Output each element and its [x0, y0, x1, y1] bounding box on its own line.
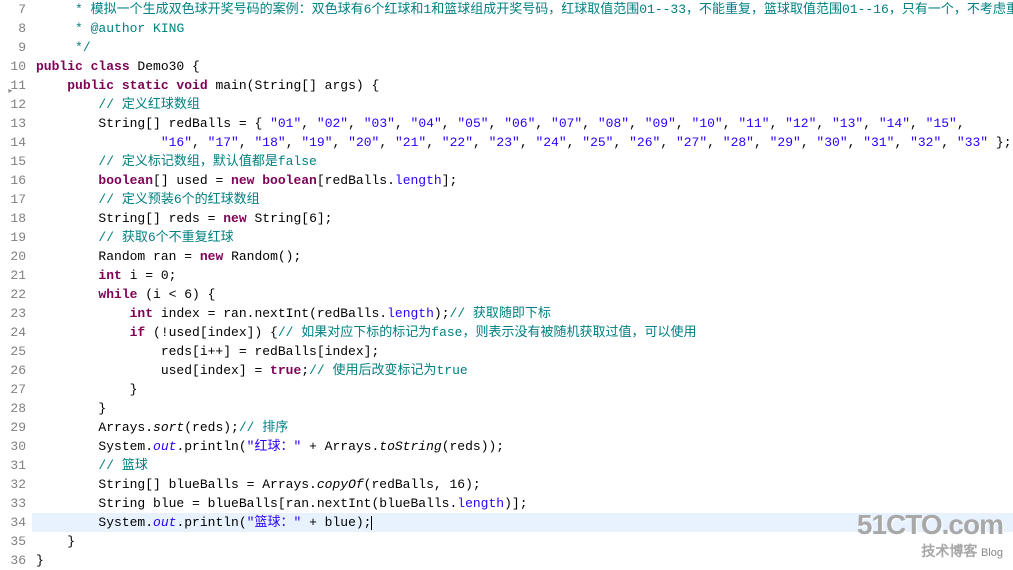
code-editor[interactable]: 7891011▸12131415161718192021222324252627… — [0, 0, 1013, 569]
code-line[interactable]: boolean[] used = new boolean[redBalls.le… — [32, 171, 1013, 190]
line-number: 18 — [0, 209, 26, 228]
line-number: 36 — [0, 551, 26, 570]
line-number: 20 — [0, 247, 26, 266]
line-gutter: 7891011▸12131415161718192021222324252627… — [0, 0, 32, 569]
line-number: 21 — [0, 266, 26, 285]
code-line[interactable]: public class Demo30 { — [32, 57, 1013, 76]
line-number: 14 — [0, 133, 26, 152]
code-line[interactable]: reds[i++] = redBalls[index]; — [32, 342, 1013, 361]
code-line[interactable]: * 模拟一个生成双色球开奖号码的案例：双色球有6个红球和1和篮球组成开奖号码，红… — [32, 0, 1013, 19]
code-line[interactable]: while (i < 6) { — [32, 285, 1013, 304]
code-area[interactable]: * 模拟一个生成双色球开奖号码的案例：双色球有6个红球和1和篮球组成开奖号码，红… — [32, 0, 1013, 569]
line-number: 35 — [0, 532, 26, 551]
code-line[interactable]: // 定义标记数组，默认值都是false — [32, 152, 1013, 171]
code-line[interactable]: public static void main(String[] args) { — [32, 76, 1013, 95]
code-line[interactable]: Arrays.sort(reds);// 排序 — [32, 418, 1013, 437]
code-line[interactable]: int i = 0; — [32, 266, 1013, 285]
line-number: 15 — [0, 152, 26, 171]
line-number: 19 — [0, 228, 26, 247]
line-number: 32 — [0, 475, 26, 494]
line-number: 9 — [0, 38, 26, 57]
code-line[interactable]: System.out.println("篮球：" + blue); — [32, 513, 1013, 532]
code-line[interactable]: * @author KING — [32, 19, 1013, 38]
code-line[interactable]: used[index] = true;// 使用后改变标记为true — [32, 361, 1013, 380]
code-line[interactable]: } — [32, 380, 1013, 399]
line-number: 25 — [0, 342, 26, 361]
code-line[interactable]: Random ran = new Random(); — [32, 247, 1013, 266]
code-line[interactable]: System.out.println("红球：" + Arrays.toStri… — [32, 437, 1013, 456]
code-line[interactable]: "16", "17", "18", "19", "20", "21", "22"… — [32, 133, 1013, 152]
line-number: 13 — [0, 114, 26, 133]
line-number: 29 — [0, 418, 26, 437]
line-number: 34 — [0, 513, 26, 532]
code-line[interactable]: String blue = blueBalls[ran.nextInt(blue… — [32, 494, 1013, 513]
line-number: 24 — [0, 323, 26, 342]
line-number: 22 — [0, 285, 26, 304]
code-line[interactable]: */ — [32, 38, 1013, 57]
code-line[interactable]: // 定义预装6个的红球数组 — [32, 190, 1013, 209]
line-number: 23 — [0, 304, 26, 323]
code-line[interactable]: String[] blueBalls = Arrays.copyOf(redBa… — [32, 475, 1013, 494]
line-number: 31 — [0, 456, 26, 475]
code-line[interactable]: String[] reds = new String[6]; — [32, 209, 1013, 228]
line-number: 11▸ — [0, 76, 26, 95]
line-number: 7 — [0, 0, 26, 19]
code-line[interactable]: // 获取6个不重复红球 — [32, 228, 1013, 247]
line-number: 16 — [0, 171, 26, 190]
code-line[interactable]: // 篮球 — [32, 456, 1013, 475]
line-number: 10 — [0, 57, 26, 76]
text-cursor — [371, 516, 372, 530]
line-number: 12 — [0, 95, 26, 114]
code-line[interactable]: String[] redBalls = { "01", "02", "03", … — [32, 114, 1013, 133]
line-number: 28 — [0, 399, 26, 418]
line-number: 33 — [0, 494, 26, 513]
line-number: 17 — [0, 190, 26, 209]
code-line[interactable]: } — [32, 551, 1013, 570]
code-line[interactable]: if (!used[index]) {// 如果对应下标的标记为fase，则表示… — [32, 323, 1013, 342]
code-line[interactable]: } — [32, 399, 1013, 418]
line-number: 8 — [0, 19, 26, 38]
code-line[interactable]: } — [32, 532, 1013, 551]
code-line[interactable]: // 定义红球数组 — [32, 95, 1013, 114]
code-line[interactable]: int index = ran.nextInt(redBalls.length)… — [32, 304, 1013, 323]
line-number: 27 — [0, 380, 26, 399]
line-number: 26 — [0, 361, 26, 380]
line-number: 30 — [0, 437, 26, 456]
